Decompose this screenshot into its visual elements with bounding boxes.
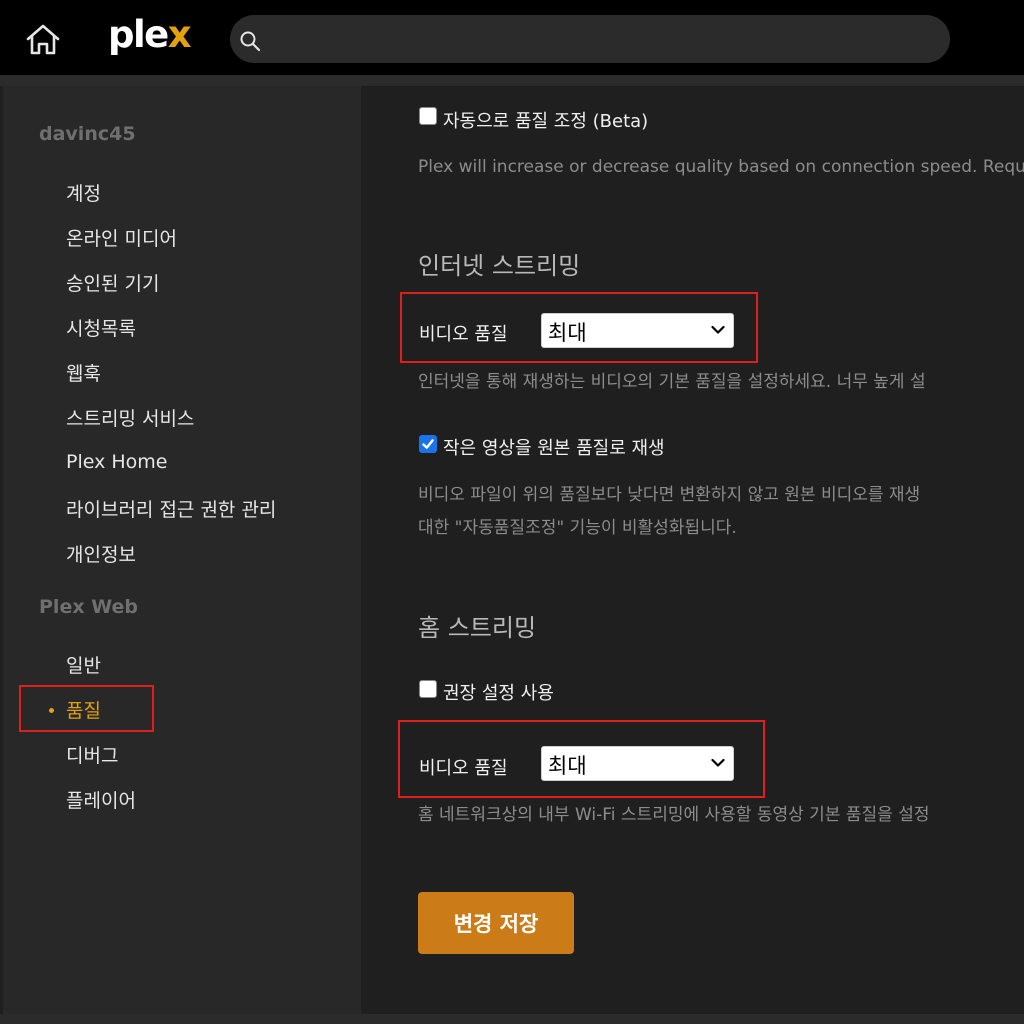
auto-quality-label: 자동으로 품질 조정 (Beta) <box>443 111 649 132</box>
internet-streaming-title: 인터넷 스트리밍 <box>418 252 581 280</box>
chevron-down-icon <box>711 758 725 767</box>
checkmark-icon <box>422 439 434 449</box>
use-recommended-checkbox[interactable] <box>419 680 437 698</box>
play-small-original-description-2: 대한 "자동품질조정" 기능이 비활성화됩니다. <box>418 518 737 538</box>
play-small-original-checkbox[interactable] <box>419 435 437 453</box>
use-recommended-label: 권장 설정 사용 <box>443 683 554 704</box>
play-small-original-description-1: 비디오 파일이 위의 품질보다 낮다면 변환하지 않고 원본 비디오를 재생 <box>418 485 921 505</box>
home-video-quality-select[interactable]: 최대 <box>541 746 734 781</box>
auto-quality-description: Plex will increase or decrease quality b… <box>418 157 1024 177</box>
save-changes-button[interactable]: 변경 저장 <box>418 892 574 954</box>
chevron-down-icon <box>711 325 725 334</box>
internet-video-quality-value: 최대 <box>548 321 587 345</box>
home-streaming-title: 홈 스트리밍 <box>418 614 537 642</box>
internet-streaming-description: 인터넷을 통해 재생하는 비디오의 기본 품질을 설정하세요. 너무 높게 설 <box>418 372 926 392</box>
home-streaming-description: 홈 네트워크상의 내부 Wi-Fi 스트리밍에 사용할 동영상 기본 품질을 설… <box>418 805 930 825</box>
internet-video-quality-label: 비디오 품질 <box>419 324 508 345</box>
bottom-divider <box>0 1014 1024 1024</box>
settings-content: 자동으로 품질 조정 (Beta) Plex will increase or … <box>0 0 1024 1024</box>
home-video-quality-label: 비디오 품질 <box>419 758 508 779</box>
auto-quality-checkbox[interactable] <box>419 107 437 125</box>
play-small-original-label: 작은 영상을 원본 품질로 재생 <box>443 438 665 459</box>
internet-video-quality-select[interactable]: 최대 <box>541 313 734 348</box>
home-video-quality-value: 최대 <box>548 754 587 778</box>
